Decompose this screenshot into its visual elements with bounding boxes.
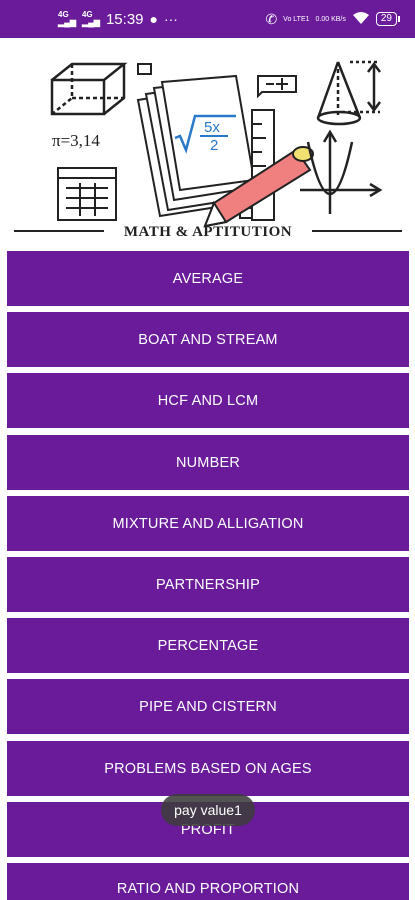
wifi-icon [352,11,370,28]
network-type-1: 4G [58,10,69,19]
pi-text: π=3,14 [52,131,100,150]
menu-item-percentage[interactable]: PERCENTAGE [7,618,409,673]
volte-indicator: Vo LTE1 [283,15,310,23]
cone-icon [316,60,381,126]
wifi-calling-icon: ✆ [265,10,278,27]
toast-message: pay value1 [161,794,255,826]
menu-item-partnership[interactable]: PARTNERSHIP [7,557,409,612]
network-type-2: 4G [81,10,93,19]
network-speed: 0.00 KB/s [315,15,346,23]
menu-item-ratio-and-proportion[interactable]: RATIO AND PROPORTION [7,863,409,900]
status-right: ✆ Vo LTE1 0.00 KB/s 29 [265,10,401,28]
menu-item-problems-based-on-ages[interactable]: PROBLEMS BASED ON AGES [7,741,409,796]
header-banner: π=3,14 5x 2 MATH & APTITUTION [0,38,415,244]
menu-item-pipe-and-cistern[interactable]: PIPE AND CISTERN [7,679,409,734]
messenger-icon: ● [149,11,158,27]
signal-4g-1-icon: 4G ▂▄▆ [58,10,76,27]
menu-item-mixture-and-alligation[interactable]: MIXTURE AND ALLIGATION [7,496,409,551]
math-illustration: π=3,14 5x 2 MATH & APTITUTION [14,60,402,240]
battery-icon: 29 [375,12,401,26]
signal-4g-2-icon: 4G ▂▄▆ [81,10,100,27]
battery-level: 29 [380,13,392,24]
status-bar: 4G ▂▄▆ 4G ▂▄▆ 15:39 ● ··· ✆ Vo LTE1 0.00 K… [0,0,415,38]
plus-minus-icon [257,75,297,99]
app-title: MATH & APTITUTION [124,224,292,240]
fraction-numerator: 5x [204,119,220,136]
status-left: 4G ▂▄▆ 4G ▂▄▆ 15:39 ● ··· [58,11,178,28]
fraction-denominator: 2 [210,137,218,154]
small-square-icon [137,63,152,75]
clock: 15:39 [105,10,144,28]
menu-item-average[interactable]: AVERAGE [7,251,409,306]
calculator-icon [57,167,117,221]
menu-item-hcf-and-lcm[interactable]: HCF AND LCM [7,373,409,428]
more-notifications-icon: ··· [163,11,178,27]
menu-item-boat-and-stream[interactable]: BOAT AND STREAM [7,312,409,367]
parabola-graph-icon [300,129,383,214]
cube-icon [50,62,128,116]
menu-item-number[interactable]: NUMBER [7,435,409,490]
